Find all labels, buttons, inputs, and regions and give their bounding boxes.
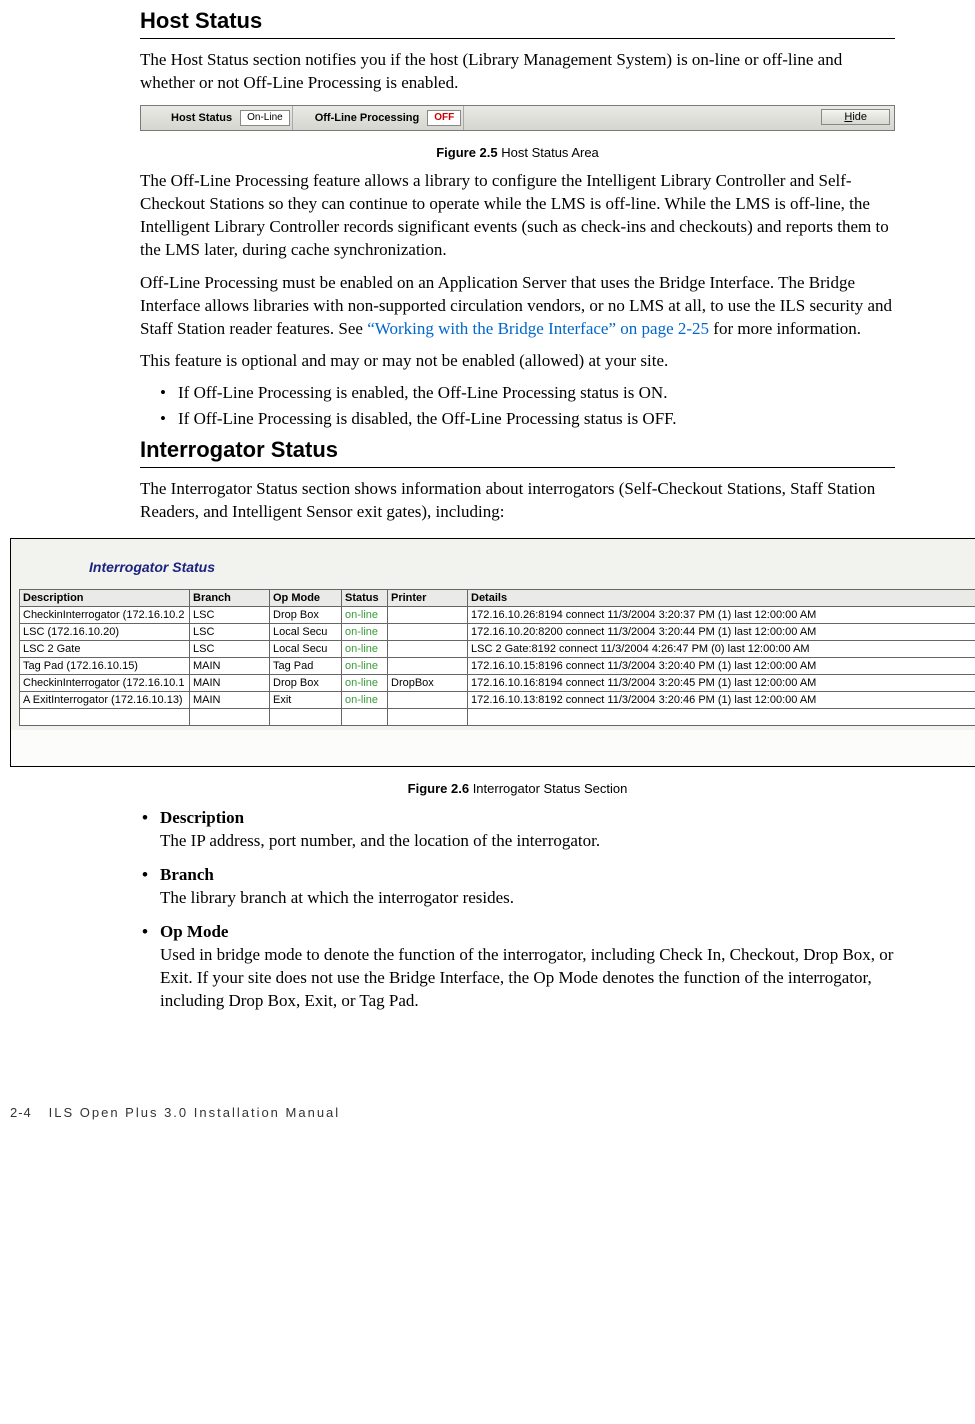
- cell-branch: LSC: [190, 641, 270, 658]
- definition-term: Description: [160, 808, 895, 828]
- table-row: LSC 2 GateLSCLocal Secuon-line LSC 2 Gate…: [20, 641, 975, 658]
- cell-details: 172.16.10.15:8196 connect 11/3/2004 3:20…: [468, 658, 975, 675]
- col-printer: Printer: [388, 590, 468, 607]
- cell-op-mode: Local Secu: [270, 624, 342, 641]
- cell-printer: [388, 692, 468, 709]
- cell-status: on-line: [342, 692, 388, 709]
- divider: [463, 106, 464, 130]
- cell-op-mode: Tag Pad: [270, 658, 342, 675]
- blank-strip: [11, 730, 975, 766]
- table-row: LSC (172.16.10.20)LSCLocal Secuon-line 17…: [20, 624, 975, 641]
- col-status: Status: [342, 590, 388, 607]
- heading-host-status: Host Status: [140, 8, 895, 34]
- table-row: CheckinInterrogator (172.16.10.1MAINDrop…: [20, 675, 975, 692]
- cell-status: on-line: [342, 675, 388, 692]
- cell-branch: MAIN: [190, 658, 270, 675]
- page-footer: 2-4 ILS Open Plus 3.0 Installation Manua…: [0, 1105, 975, 1140]
- cell-status: on-line: [342, 607, 388, 624]
- definition-term: Branch: [160, 865, 895, 885]
- cell-status: on-line: [342, 624, 388, 641]
- table-row: A ExitInterrogator (172.16.10.13)MAINExi…: [20, 692, 975, 709]
- table-row: Tag Pad (172.16.10.15)MAINTag Padon-line…: [20, 658, 975, 675]
- col-description: Description: [20, 590, 190, 607]
- cell-details: LSC 2 Gate:8192 connect 11/3/2004 4:26:4…: [468, 641, 975, 658]
- col-op-mode: Op Mode: [270, 590, 342, 607]
- para-host-status-intro: The Host Status section notifies you if …: [140, 49, 895, 95]
- book-title: ILS Open Plus 3.0 Installation Manual: [49, 1105, 341, 1120]
- cell-description: Tag Pad (172.16.10.15): [20, 658, 190, 675]
- cell-printer: [388, 641, 468, 658]
- cell-empty: [388, 709, 468, 726]
- divider: [292, 106, 293, 130]
- page-number: 2-4: [10, 1105, 32, 1120]
- cell-description: CheckinInterrogator (172.16.10.1: [20, 675, 190, 692]
- cell-description: LSC 2 Gate: [20, 641, 190, 658]
- rule: [140, 467, 895, 468]
- heading-interrogator-status: Interrogator Status: [140, 437, 895, 463]
- cell-branch: MAIN: [190, 675, 270, 692]
- bullet-off: If Off-Line Processing is disabled, the …: [160, 409, 895, 429]
- table-row: CheckinInterrogator (172.16.10.2LSCDrop …: [20, 607, 975, 624]
- cell-empty: [342, 709, 388, 726]
- definition-item: BranchThe library branch at which the in…: [160, 865, 895, 910]
- host-status-value: On-Line: [240, 110, 290, 126]
- interrogator-status-table: Description Branch Op Mode Status Printe…: [19, 589, 975, 726]
- definition-item: Op ModeUsed in bridge mode to denote the…: [160, 922, 895, 1013]
- cell-empty: [190, 709, 270, 726]
- cell-details: 172.16.10.13:8192 connect 11/3/2004 3:20…: [468, 692, 975, 709]
- bullet-on: If Off-Line Processing is enabled, the O…: [160, 383, 895, 403]
- cell-empty: [468, 709, 975, 726]
- offline-processing-value: OFF: [427, 110, 461, 126]
- definition-description: The IP address, port number, and the loc…: [160, 830, 895, 853]
- cell-empty: [20, 709, 190, 726]
- definition-item: DescriptionThe IP address, port number, …: [160, 808, 895, 853]
- col-details: Details: [468, 590, 975, 607]
- para-optional-feature: This feature is optional and may or may …: [140, 350, 895, 373]
- cell-description: LSC (172.16.10.20): [20, 624, 190, 641]
- figure-caption-interrogator: Figure 2.6 Interrogator Status Section: [140, 781, 895, 796]
- cell-printer: [388, 658, 468, 675]
- cell-status: on-line: [342, 658, 388, 675]
- cell-op-mode: Drop Box: [270, 607, 342, 624]
- cell-op-mode: Exit: [270, 692, 342, 709]
- cell-details: 172.16.10.20:8200 connect 11/3/2004 3:20…: [468, 624, 975, 641]
- cell-details: 172.16.10.26:8194 connect 11/3/2004 3:20…: [468, 607, 975, 624]
- para-bridge-interface: Off-Line Processing must be enabled on a…: [140, 272, 895, 341]
- cell-status: on-line: [342, 641, 388, 658]
- definition-description: Used in bridge mode to denote the functi…: [160, 944, 895, 1013]
- host-status-label: Host Status: [171, 112, 232, 124]
- cell-empty: [270, 709, 342, 726]
- definition-term: Op Mode: [160, 922, 895, 942]
- cell-printer: [388, 607, 468, 624]
- cell-printer: [388, 624, 468, 641]
- cell-details: 172.16.10.16:8194 connect 11/3/2004 3:20…: [468, 675, 975, 692]
- para-offline-feature: The Off-Line Processing feature allows a…: [140, 170, 895, 262]
- para-interrogator-intro: The Interrogator Status section shows in…: [140, 478, 895, 524]
- link-bridge-interface[interactable]: “Working with the Bridge Interface” on p…: [367, 319, 709, 338]
- table-header-row: Description Branch Op Mode Status Printe…: [20, 590, 975, 607]
- cell-op-mode: Drop Box: [270, 675, 342, 692]
- rule: [140, 38, 895, 39]
- cell-description: A ExitInterrogator (172.16.10.13): [20, 692, 190, 709]
- host-status-bar: Host Status On-Line Off-Line Processing …: [140, 105, 895, 131]
- offline-processing-label: Off-Line Processing: [315, 112, 420, 124]
- cell-op-mode: Local Secu: [270, 641, 342, 658]
- cell-branch: LSC: [190, 607, 270, 624]
- cell-description: CheckinInterrogator (172.16.10.2: [20, 607, 190, 624]
- cell-printer: DropBox: [388, 675, 468, 692]
- col-branch: Branch: [190, 590, 270, 607]
- table-row: [20, 709, 975, 726]
- figure-caption-host-status: Figure 2.5 Host Status Area: [140, 145, 895, 160]
- cell-branch: LSC: [190, 624, 270, 641]
- interrogator-status-figure: Interrogator Status Description Branch O…: [10, 538, 975, 767]
- interrogator-status-title: Interrogator Status: [89, 559, 975, 575]
- definition-description: The library branch at which the interrog…: [160, 887, 895, 910]
- hide-button[interactable]: Hide: [821, 109, 890, 125]
- cell-branch: MAIN: [190, 692, 270, 709]
